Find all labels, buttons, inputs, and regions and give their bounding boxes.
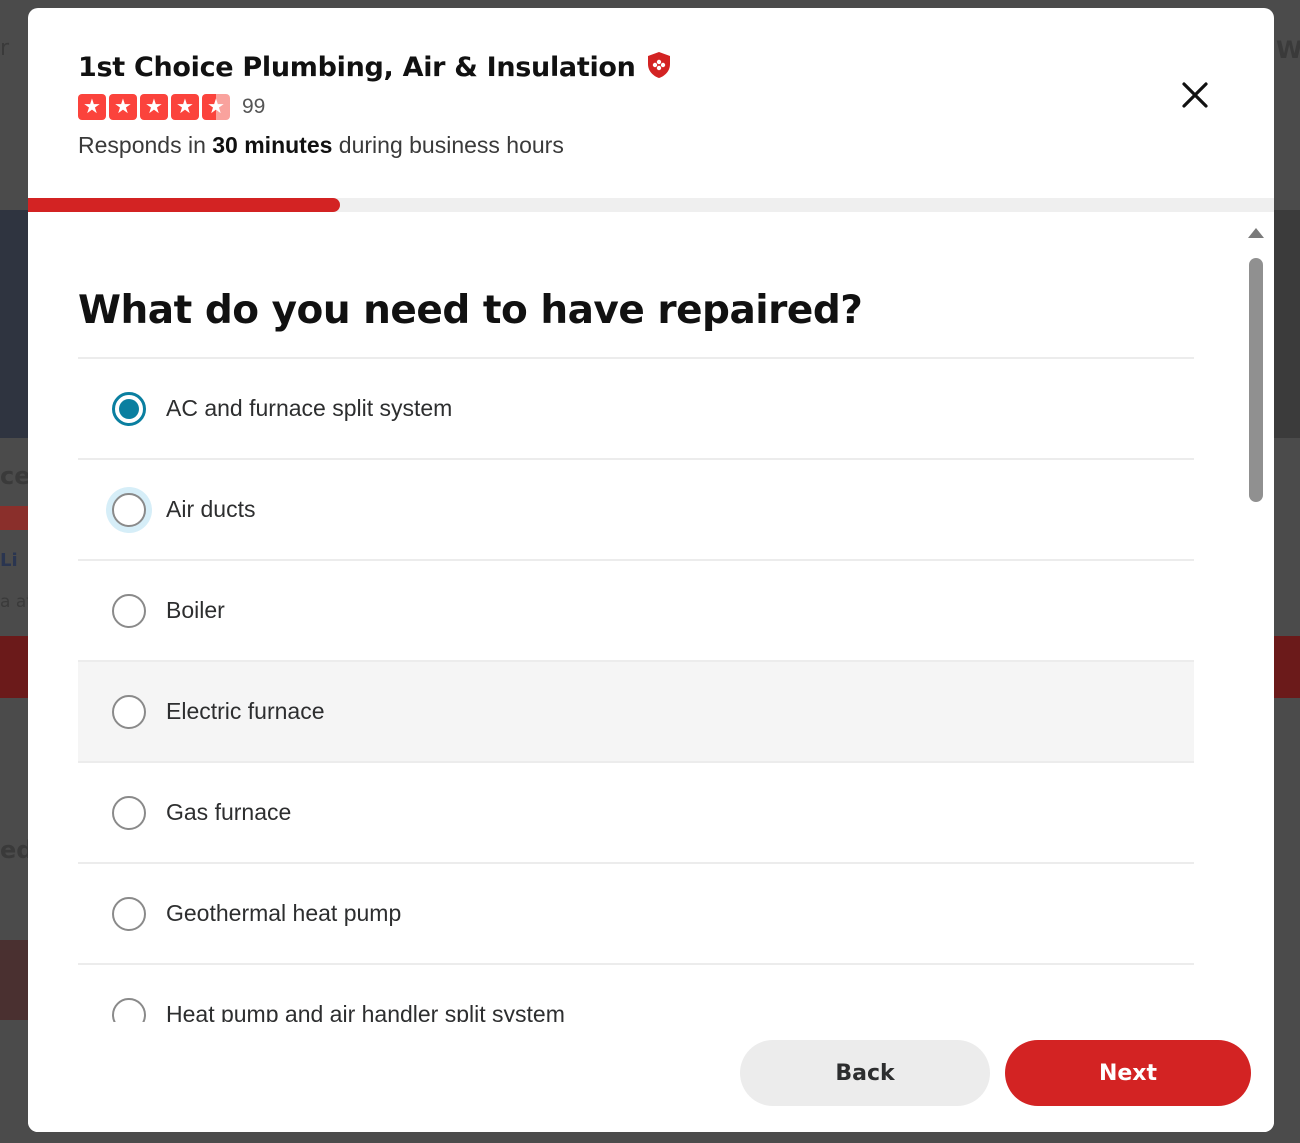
background-text: Li <box>0 550 18 571</box>
background-button <box>1274 636 1300 698</box>
radio-button[interactable] <box>112 795 146 830</box>
verified-shield-icon <box>647 51 670 78</box>
option-label: Air ducts <box>166 496 256 522</box>
option-label: Geothermal heat pump <box>166 900 402 926</box>
background-button <box>0 636 28 698</box>
radio-button[interactable] <box>112 593 146 628</box>
question-title: What do you need to have repaired? <box>78 288 863 333</box>
review-count: 99 <box>242 95 266 118</box>
option-label: AC and furnace split system <box>166 395 453 421</box>
modal-header: 1st Choice Plumbing, Air & Insulation ★ … <box>28 8 1274 198</box>
question-scroll-area[interactable]: What do you need to have repaired? AC an… <box>28 212 1274 1022</box>
radio-button[interactable] <box>112 492 146 527</box>
option-row[interactable]: Gas furnace <box>78 763 1194 864</box>
background-image <box>0 940 28 1020</box>
star-icon: ★ <box>78 94 106 120</box>
option-row[interactable]: Air ducts <box>78 460 1194 561</box>
background-stars <box>0 506 28 530</box>
half-star-icon: ★ <box>202 94 230 120</box>
quote-request-modal: 1st Choice Plumbing, Air & Insulation ★ … <box>28 8 1274 1132</box>
background-text: ce <box>0 462 31 490</box>
radio-button[interactable] <box>112 391 146 426</box>
option-label: Boiler <box>166 597 225 623</box>
scroll-up-arrow-icon[interactable] <box>1248 228 1264 238</box>
option-row[interactable]: Electric furnace <box>78 662 1194 763</box>
responds-time: 30 minutes <box>212 132 333 158</box>
modal-footer: Back Next <box>28 1022 1274 1132</box>
option-row[interactable]: AC and furnace split system <box>78 359 1194 460</box>
radio-button[interactable] <box>112 896 146 931</box>
radio-button[interactable] <box>112 694 146 729</box>
option-row[interactable]: Geothermal heat pump <box>78 864 1194 965</box>
response-time: Responds in 30 minutes during business h… <box>78 132 564 159</box>
star-icon: ★ <box>140 94 168 120</box>
star-icon: ★ <box>109 94 137 120</box>
scrollbar[interactable] <box>1246 228 1266 1018</box>
responds-suffix: during business hours <box>332 132 564 158</box>
scrollbar-thumb[interactable] <box>1249 258 1263 502</box>
options-list: AC and furnace split system Air ducts Bo… <box>78 357 1194 1022</box>
background-text: Wr <box>1276 36 1300 64</box>
back-button[interactable]: Back <box>740 1040 990 1106</box>
option-label: Gas furnace <box>166 799 292 825</box>
responds-prefix: Responds in <box>78 132 213 158</box>
background-image <box>1274 210 1300 438</box>
business-name-row: 1st Choice Plumbing, Air & Insulation <box>78 51 672 83</box>
close-icon[interactable] <box>1178 78 1212 112</box>
option-row[interactable]: Boiler <box>78 561 1194 662</box>
star-icon: ★ <box>171 94 199 120</box>
option-label: Heat pump and air handler split system <box>166 1001 565 1022</box>
background-image <box>0 210 28 438</box>
star-rating: ★ ★ ★ ★ ★ <box>78 94 230 120</box>
option-row[interactable]: Heat pump and air handler split system <box>78 965 1194 1022</box>
progress-bar <box>28 198 1274 212</box>
rating-row: ★ ★ ★ ★ ★ 99 <box>78 94 265 120</box>
business-name: 1st Choice Plumbing, Air & Insulation <box>78 52 636 83</box>
radio-button[interactable] <box>112 997 146 1022</box>
progress-bar-fill <box>28 198 340 212</box>
option-label: Electric furnace <box>166 698 325 724</box>
next-button[interactable]: Next <box>1005 1040 1251 1106</box>
background-text: r <box>0 36 10 61</box>
